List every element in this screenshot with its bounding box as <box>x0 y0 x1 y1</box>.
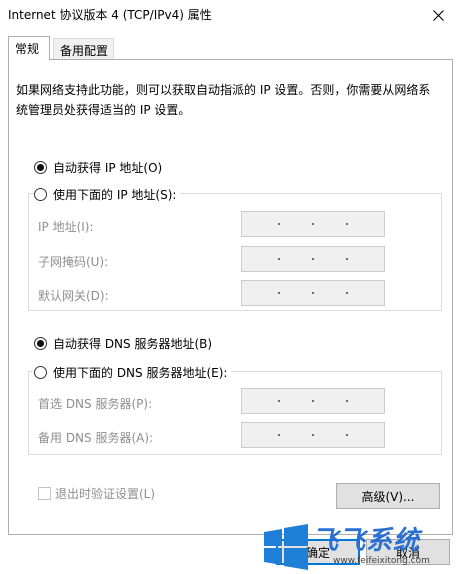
tab-alternate-config[interactable]: 备用配置 <box>53 38 114 60</box>
tab-general[interactable]: 常规 <box>8 36 50 60</box>
radio-label: 自动获得 IP 地址(O) <box>53 161 163 175</box>
description-text: 如果网络支持此功能，则可以获取自动指派的 IP 设置。否则，你需要从网络系统管理… <box>16 83 431 117</box>
radio-indicator <box>34 188 47 201</box>
radio-auto-ip[interactable]: 自动获得 IP 地址(O) <box>34 159 167 176</box>
close-button[interactable] <box>415 0 461 30</box>
radio-label: 使用下面的 DNS 服务器地址(E): <box>53 366 228 380</box>
subnet-mask-field[interactable] <box>241 246 385 272</box>
preferred-dns-label: 首选 DNS 服务器(P): <box>38 397 153 411</box>
window-title: Internet 协议版本 4 (TCP/IPv4) 属性 <box>8 8 212 22</box>
advanced-button[interactable]: 高级(V)... <box>336 483 440 509</box>
radio-indicator <box>34 161 47 174</box>
ip-address-label: IP 地址(I): <box>38 220 94 234</box>
radio-indicator <box>34 337 47 350</box>
radio-label: 自动获得 DNS 服务器地址(B) <box>53 337 213 351</box>
subnet-mask-label: 子网掩码(U): <box>38 255 109 269</box>
title-bar: Internet 协议版本 4 (TCP/IPv4) 属性 <box>0 0 461 30</box>
watermark-url: www.feifeixitong.com <box>333 556 430 566</box>
alternate-dns-field[interactable] <box>241 422 385 448</box>
close-icon <box>432 9 444 21</box>
validate-on-exit-checkbox[interactable]: 退出时验证设置(L) <box>38 485 155 502</box>
radio-manual-dns[interactable]: 使用下面的 DNS 服务器地址(E): <box>34 364 232 381</box>
preferred-dns-field[interactable] <box>241 388 385 414</box>
radio-indicator <box>34 366 47 379</box>
alternate-dns-label: 备用 DNS 服务器(A): <box>38 431 154 445</box>
radio-label: 使用下面的 IP 地址(S): <box>53 188 177 202</box>
ip-address-field[interactable] <box>241 211 385 237</box>
default-gateway-label: 默认网关(D): <box>38 289 109 303</box>
default-gateway-field[interactable] <box>241 280 385 306</box>
checkbox-label: 退出时验证设置(L) <box>55 487 156 501</box>
checkbox-box <box>38 487 51 500</box>
watermark-brand: 飞飞系统 <box>312 526 421 556</box>
radio-auto-dns[interactable]: 自动获得 DNS 服务器地址(B) <box>34 335 217 352</box>
radio-manual-ip[interactable]: 使用下面的 IP 地址(S): <box>34 186 181 203</box>
